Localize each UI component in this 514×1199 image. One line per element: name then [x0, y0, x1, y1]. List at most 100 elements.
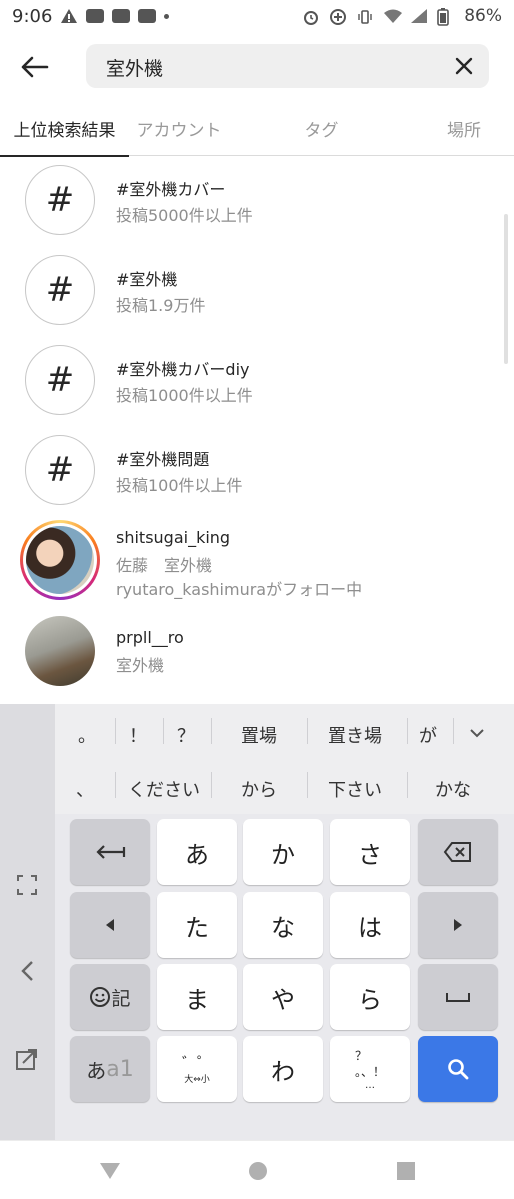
- key-wa[interactable]: わ: [243, 1036, 323, 1102]
- suggestion-item[interactable]: 下さい: [315, 776, 395, 802]
- account-username: prpll__ro: [116, 628, 184, 647]
- key-a[interactable]: あ: [157, 819, 237, 885]
- expand-icon[interactable]: [12, 870, 42, 900]
- result-subtitle: 投稿1.9万件: [116, 296, 206, 315]
- warning-icon: [60, 8, 78, 24]
- punctuation-key[interactable]: ？。、！ …: [330, 1036, 410, 1102]
- hashtag-icon: #: [25, 435, 95, 505]
- chevron-left-icon[interactable]: [12, 956, 42, 986]
- chevron-down-icon: [470, 729, 484, 738]
- cursor-left-key[interactable]: [70, 892, 150, 958]
- key-ta[interactable]: た: [157, 892, 237, 958]
- suggestion-item[interactable]: が: [413, 722, 443, 748]
- key-na[interactable]: な: [243, 892, 323, 958]
- smiley-icon: [90, 987, 111, 1007]
- space-key[interactable]: [418, 964, 498, 1030]
- nav-back-button[interactable]: [98, 1159, 122, 1183]
- result-row-account[interactable]: prpll__ro 室外機: [0, 616, 500, 704]
- result-row-account[interactable]: shitsugai_king 佐藤 室外機 ryutaro_kashimuraが…: [0, 516, 500, 616]
- suggestion-item[interactable]: ください: [117, 776, 211, 802]
- more-notifications-dot: [164, 13, 170, 19]
- suggestion-item[interactable]: 置場: [219, 722, 299, 748]
- suggestion-item[interactable]: から: [219, 776, 299, 802]
- dakuten-label: 大⇔小: [184, 1074, 210, 1085]
- account-followed-by: ryutaro_kashimuraがフォロー中: [116, 580, 363, 599]
- nav-home-button[interactable]: [246, 1159, 270, 1183]
- back-button[interactable]: [14, 48, 54, 86]
- suggestion-item[interactable]: 置き場: [315, 722, 395, 748]
- floating-keyboard-icon[interactable]: [12, 1044, 42, 1074]
- avatar: [25, 616, 95, 686]
- cursor-right-key[interactable]: [418, 892, 498, 958]
- circle-icon: [249, 1162, 267, 1180]
- suggestion-item[interactable]: 。: [77, 722, 97, 748]
- result-row[interactable]: # #室外機カバー 投稿5000件以上件: [0, 156, 500, 246]
- account-fullname: 室外機: [116, 656, 165, 675]
- key-ra[interactable]: ら: [330, 964, 410, 1030]
- search-icon: [448, 1059, 469, 1080]
- undo-key[interactable]: [70, 819, 150, 885]
- punctuation-icon: ？。、！: [354, 1048, 385, 1079]
- key-sa[interactable]: さ: [330, 819, 410, 885]
- backspace-icon: [443, 842, 471, 862]
- nav-recents-button[interactable]: [394, 1159, 418, 1183]
- square-icon: [397, 1162, 415, 1180]
- result-row[interactable]: # #室外機カバーdiy 投稿1000件以上件: [0, 336, 500, 426]
- tab-accounts[interactable]: アカウント: [129, 104, 229, 156]
- result-row[interactable]: # #室外機問題 投稿100件以上件: [0, 426, 500, 516]
- wifi-icon: [383, 8, 403, 24]
- result-title: #室外機: [116, 270, 178, 289]
- system-nav-bar: [0, 1140, 514, 1199]
- result-title: #室外機カバーdiy: [116, 360, 250, 379]
- search-button[interactable]: [418, 1036, 498, 1102]
- data-saver-icon: [329, 8, 347, 25]
- result-subtitle: 投稿1000件以上件: [116, 386, 253, 405]
- tab-places[interactable]: 場所: [414, 104, 514, 156]
- result-row[interactable]: # #室外機 投稿1.9万件: [0, 246, 500, 336]
- emoji-symbol-key[interactable]: 記: [70, 964, 150, 1030]
- close-icon: [455, 57, 473, 75]
- result-title: #室外機カバー: [116, 180, 226, 199]
- backspace-key[interactable]: [418, 819, 498, 885]
- dakuten-key[interactable]: ゛゜ 大⇔小: [157, 1036, 237, 1102]
- result-subtitle: 投稿5000件以上件: [116, 206, 253, 225]
- hashtag-icon: #: [25, 345, 95, 415]
- undo-arrow-icon: [96, 845, 126, 859]
- battery-icon: [437, 8, 455, 26]
- mode-label-kana: あ: [86, 1058, 107, 1083]
- punctuation-label: …: [365, 1079, 375, 1091]
- youtube-icon-2: [138, 9, 157, 23]
- tab-tags[interactable]: タグ: [229, 104, 414, 156]
- results-scrollbar[interactable]: [504, 214, 508, 364]
- search-tabs: 上位検索結果 アカウント タグ 場所: [0, 104, 514, 157]
- alarm-icon: [302, 8, 320, 25]
- expand-suggestions-button[interactable]: [465, 722, 489, 743]
- result-title: #室外機問題: [116, 450, 210, 469]
- clear-search-button[interactable]: [449, 51, 479, 81]
- account-username: shitsugai_king: [116, 528, 231, 547]
- tab-top-results[interactable]: 上位検索結果: [0, 104, 129, 157]
- search-results-list: # #室外機カバー 投稿5000件以上件 # #室外機 投稿1.9万件 # #室…: [0, 156, 514, 704]
- dakuten-icon: ゛゜: [181, 1053, 212, 1072]
- search-input[interactable]: 室外機: [86, 44, 489, 88]
- vibrate-icon: [356, 8, 374, 24]
- space-icon: [446, 993, 470, 1002]
- suggestion-item[interactable]: ！: [123, 722, 153, 748]
- status-time: 9:06: [12, 5, 53, 27]
- japanese-keyboard: 。 ！ ？ 置場 置き場 が 、 ください から 下さい かな あ か さ た: [0, 704, 514, 1140]
- suggestion-item[interactable]: ？: [171, 722, 201, 748]
- signal-icon: [410, 8, 428, 24]
- key-ya[interactable]: や: [243, 964, 323, 1030]
- input-mode-key[interactable]: あ a1: [70, 1036, 150, 1102]
- triangle-right-icon: [454, 919, 462, 931]
- triangle-down-icon: [100, 1163, 120, 1179]
- key-ka[interactable]: か: [243, 819, 323, 885]
- hashtag-icon: #: [25, 255, 95, 325]
- suggestion-item[interactable]: かな: [413, 776, 493, 802]
- status-bar: 9:06 86%: [0, 0, 514, 32]
- key-ha[interactable]: は: [330, 892, 410, 958]
- search-query-text: 室外機: [106, 58, 164, 80]
- suggestion-item[interactable]: 、: [75, 776, 95, 802]
- key-ma[interactable]: ま: [157, 964, 237, 1030]
- search-header: 室外機: [0, 44, 514, 90]
